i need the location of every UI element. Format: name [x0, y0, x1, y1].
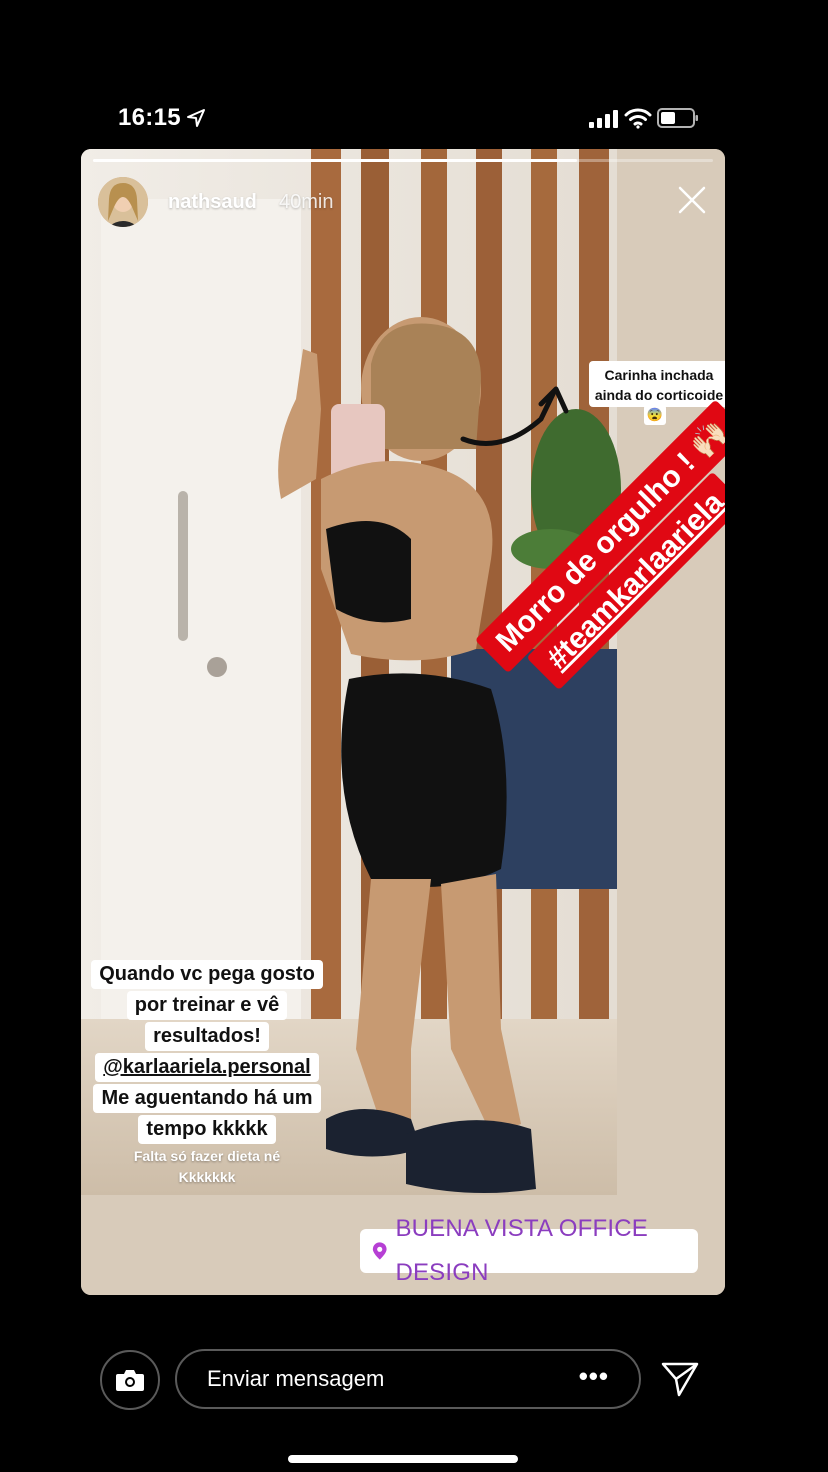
camera-button[interactable]: [100, 1350, 160, 1410]
location-sticker[interactable]: BUENA VISTA OFFICE DESIGN: [360, 1215, 698, 1286]
avatar[interactable]: [98, 177, 148, 227]
mention-link[interactable]: @karlaariela.personal: [95, 1053, 319, 1082]
signal-icon: [589, 110, 618, 128]
location-name: BUENA VISTA OFFICE DESIGN: [395, 1215, 648, 1286]
emoji-sticker: 😨: [644, 405, 666, 425]
story-viewer[interactable]: nathsaud 40min Carinha inchada ainda do …: [81, 149, 725, 1295]
caption-line: Quando vc pega gosto: [91, 960, 323, 989]
close-icon[interactable]: [677, 185, 707, 215]
story-progress-bar: [93, 159, 713, 162]
caption-line: por treinar e vê: [126, 991, 288, 1020]
avatar-image: [98, 177, 148, 227]
message-input[interactable]: Enviar mensagem •••: [175, 1349, 641, 1409]
caption-small-line: Kkkkkkk: [178, 1169, 236, 1185]
camera-icon: [116, 1370, 144, 1391]
note-line-1: Carinha inchada: [604, 367, 714, 383]
caption-sticker: Quando vc pega gosto por treinar e vê re…: [85, 959, 329, 1187]
message-placeholder: Enviar mensagem: [207, 1366, 385, 1391]
caption-line: resultados!: [145, 1022, 269, 1051]
send-icon[interactable]: [660, 1360, 700, 1398]
battery-icon: [657, 108, 698, 128]
status-time: 16:15: [118, 104, 181, 131]
more-options-button[interactable]: •••: [579, 1363, 609, 1389]
caption-small-line: Falta só fazer dieta né: [133, 1148, 281, 1164]
story-time: 40min: [279, 191, 334, 213]
caption-line: Me aguentando há um: [93, 1084, 321, 1113]
pin-icon: [372, 1242, 387, 1260]
caption-line: tempo kkkkk: [138, 1115, 276, 1144]
story-username[interactable]: nathsaud: [168, 191, 257, 214]
location-arrow-icon: [187, 109, 205, 127]
story-progress-fill: [93, 159, 577, 162]
wifi-icon: [624, 108, 652, 129]
text-sticker-note: Carinha inchada ainda do corticoide: [589, 361, 725, 407]
home-indicator: [288, 1455, 518, 1463]
note-line-2: ainda do corticoide: [594, 387, 724, 403]
